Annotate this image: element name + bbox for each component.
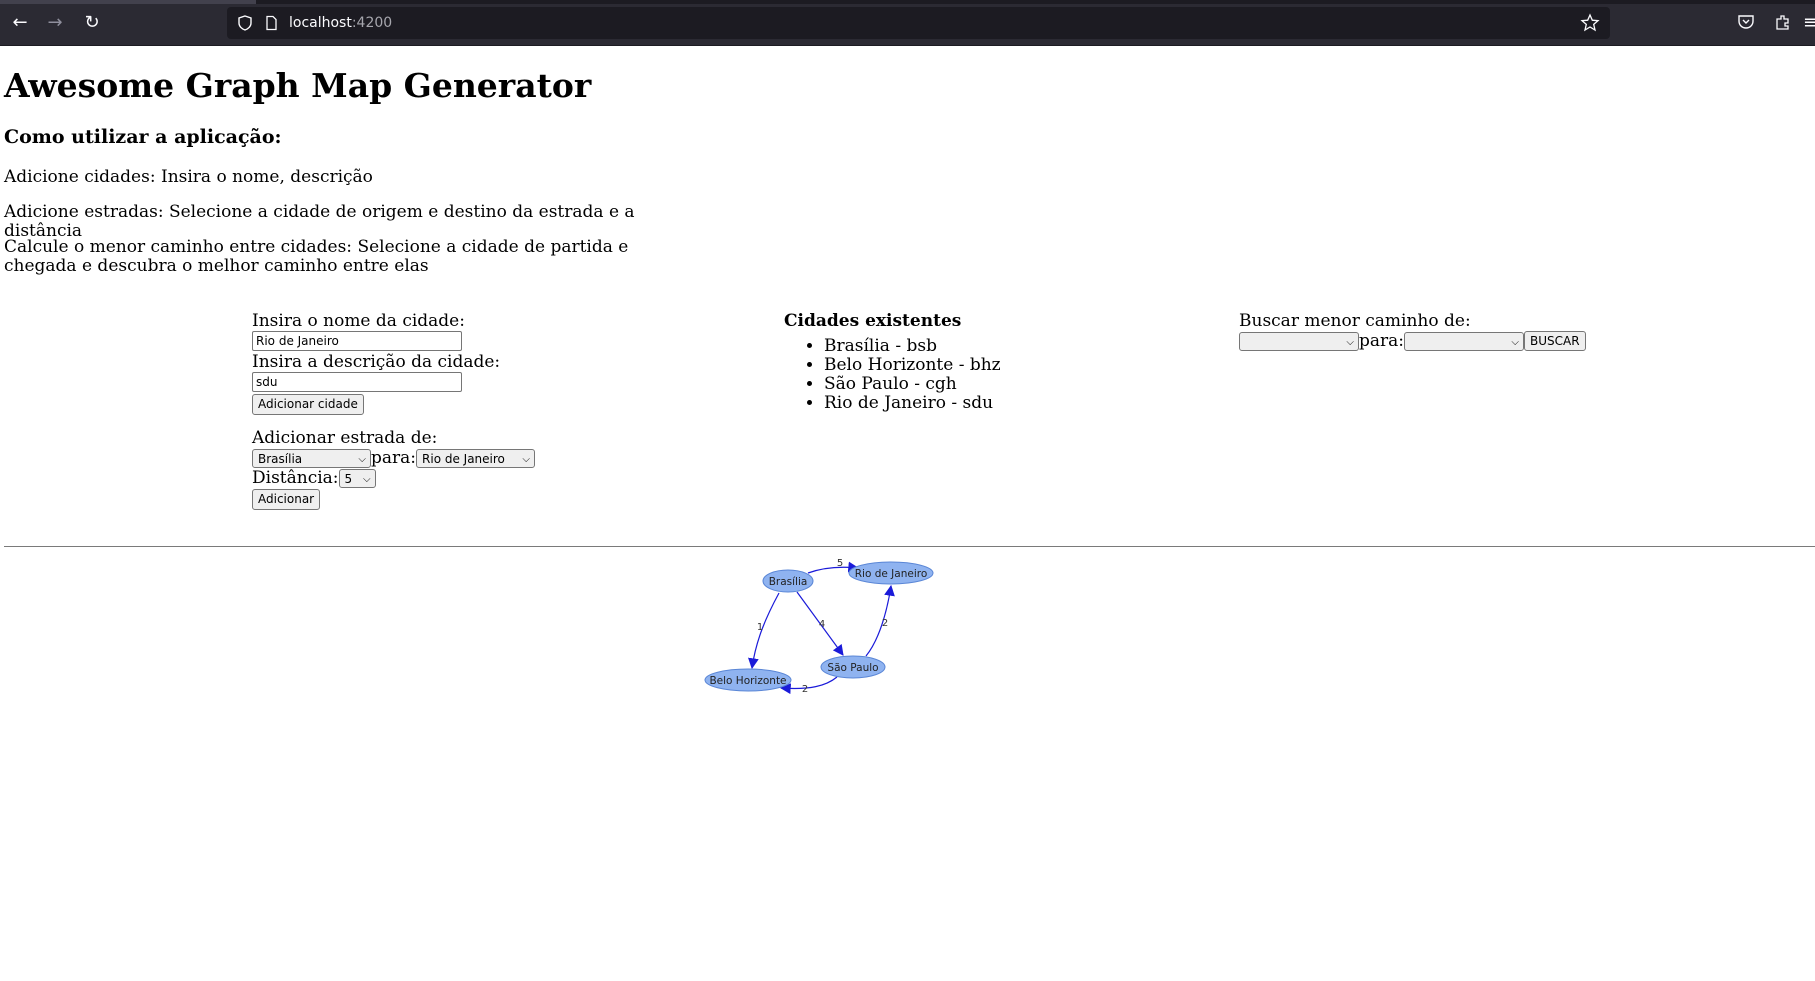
graph-edge-label: 4 [819, 619, 825, 630]
graph-node-label: Rio de Janeiro [855, 568, 928, 580]
graph-edge-label: 2 [882, 618, 888, 629]
graph-node-label: Belo Horizonte [709, 675, 786, 687]
city-graph: 5 1 4 2 2 Brasília Rio de Janeiro Belo Horizon… [704, 558, 934, 695]
graph-edge-label: 1 [757, 622, 763, 633]
graph-node-label: Brasília [769, 576, 808, 588]
graph-node-label: São Paulo [827, 662, 878, 674]
graph-edge-label: 5 [837, 558, 843, 569]
graph-edge-label: 2 [802, 684, 808, 695]
